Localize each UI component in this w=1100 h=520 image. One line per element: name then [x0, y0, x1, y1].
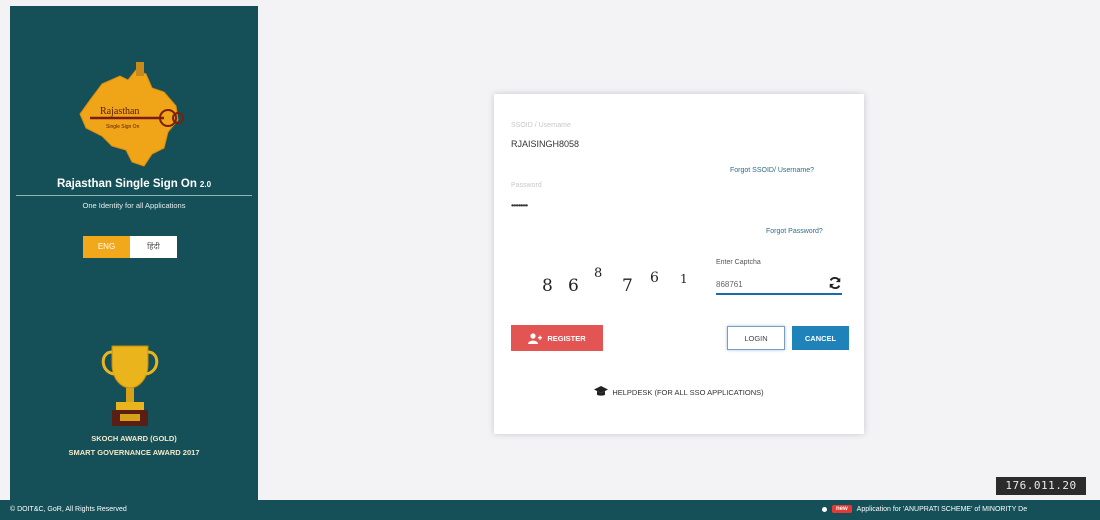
rajasthan-map-logo-icon: Rajasthan Single Sign On [79, 62, 184, 167]
login-button[interactable]: LOGIN [727, 326, 785, 350]
trophy-icon [101, 345, 159, 426]
brand-title: Rajasthan Single Sign On 2.0 [10, 178, 258, 190]
tagline: One Identity for all Applications [82, 201, 186, 210]
captcha-digit: 6 [650, 270, 659, 286]
captcha-digit: 1 [680, 272, 688, 286]
captcha-image: 8 6 8 7 6 1 [538, 266, 698, 298]
language-toggle: ENG हिंदी [83, 236, 177, 258]
footer: © DOIT&C, GoR, All Rights Reserved new A… [0, 500, 1100, 520]
new-badge: new [832, 505, 852, 513]
helpdesk-label: HELPDESK (FOR ALL SSO APPLICATIONS) [612, 388, 764, 397]
forgot-username-link[interactable]: Forgot SSOID/ Username? [730, 167, 814, 174]
captcha-input[interactable] [716, 275, 842, 295]
register-label: REGISTER [547, 333, 586, 343]
captcha-digit: 6 [568, 276, 579, 296]
password-input[interactable] [511, 198, 841, 212]
bullet-icon [822, 506, 827, 512]
brand-title-text: Rajasthan Single Sign On [56, 178, 197, 190]
username-input[interactable] [511, 137, 841, 151]
captcha-digit: 8 [542, 276, 553, 296]
password-label: Password [511, 182, 542, 189]
brand-version: 2.0 [199, 180, 212, 189]
award-text: SKOCH AWARD (GOLD) SMART GOVERNANCE AWAR… [10, 432, 258, 460]
sidebar: Rajasthan Single Sign On Rajasthan Singl… [10, 6, 258, 500]
award-line-1: SKOCH AWARD (GOLD) [91, 434, 177, 443]
username-label: SSOID / Username [511, 122, 571, 129]
login-card: SSOID / Username Forgot SSOID/ Username?… [494, 94, 864, 434]
ip-address-badge: 176.011.20 [996, 477, 1086, 495]
ticker-text: Application for 'ANUPRATI SCHEME' of MIN… [856, 505, 1028, 513]
captcha-label: Enter Captcha [716, 259, 761, 266]
helpdesk-link[interactable]: HELPDESK (FOR ALL SSO APPLICATIONS) [494, 386, 864, 397]
svg-text:Rajasthan: Rajasthan [100, 106, 139, 117]
graduation-cap-icon [594, 386, 609, 396]
captcha-digit: 8 [594, 266, 603, 281]
user-add-icon [528, 332, 543, 344]
language-eng-button[interactable]: ENG [83, 236, 130, 258]
svg-text:Single Sign On: Single Sign On [106, 124, 140, 130]
divider [16, 195, 252, 196]
captcha-digit: 7 [622, 276, 633, 296]
news-ticker[interactable]: new Application for 'ANUPRATI SCHEME' of… [822, 505, 1027, 513]
copyright-text: © DOIT&C, GoR, All Rights Reserved [10, 506, 127, 513]
forgot-password-link[interactable]: Forgot Password? [766, 228, 823, 235]
language-hindi-button[interactable]: हिंदी [130, 236, 177, 258]
award-line-2: SMART GOVERNANCE AWARD 2017 [68, 448, 200, 457]
cancel-button[interactable]: CANCEL [792, 326, 849, 350]
register-button[interactable]: REGISTER [511, 325, 603, 351]
refresh-icon[interactable] [828, 276, 842, 290]
